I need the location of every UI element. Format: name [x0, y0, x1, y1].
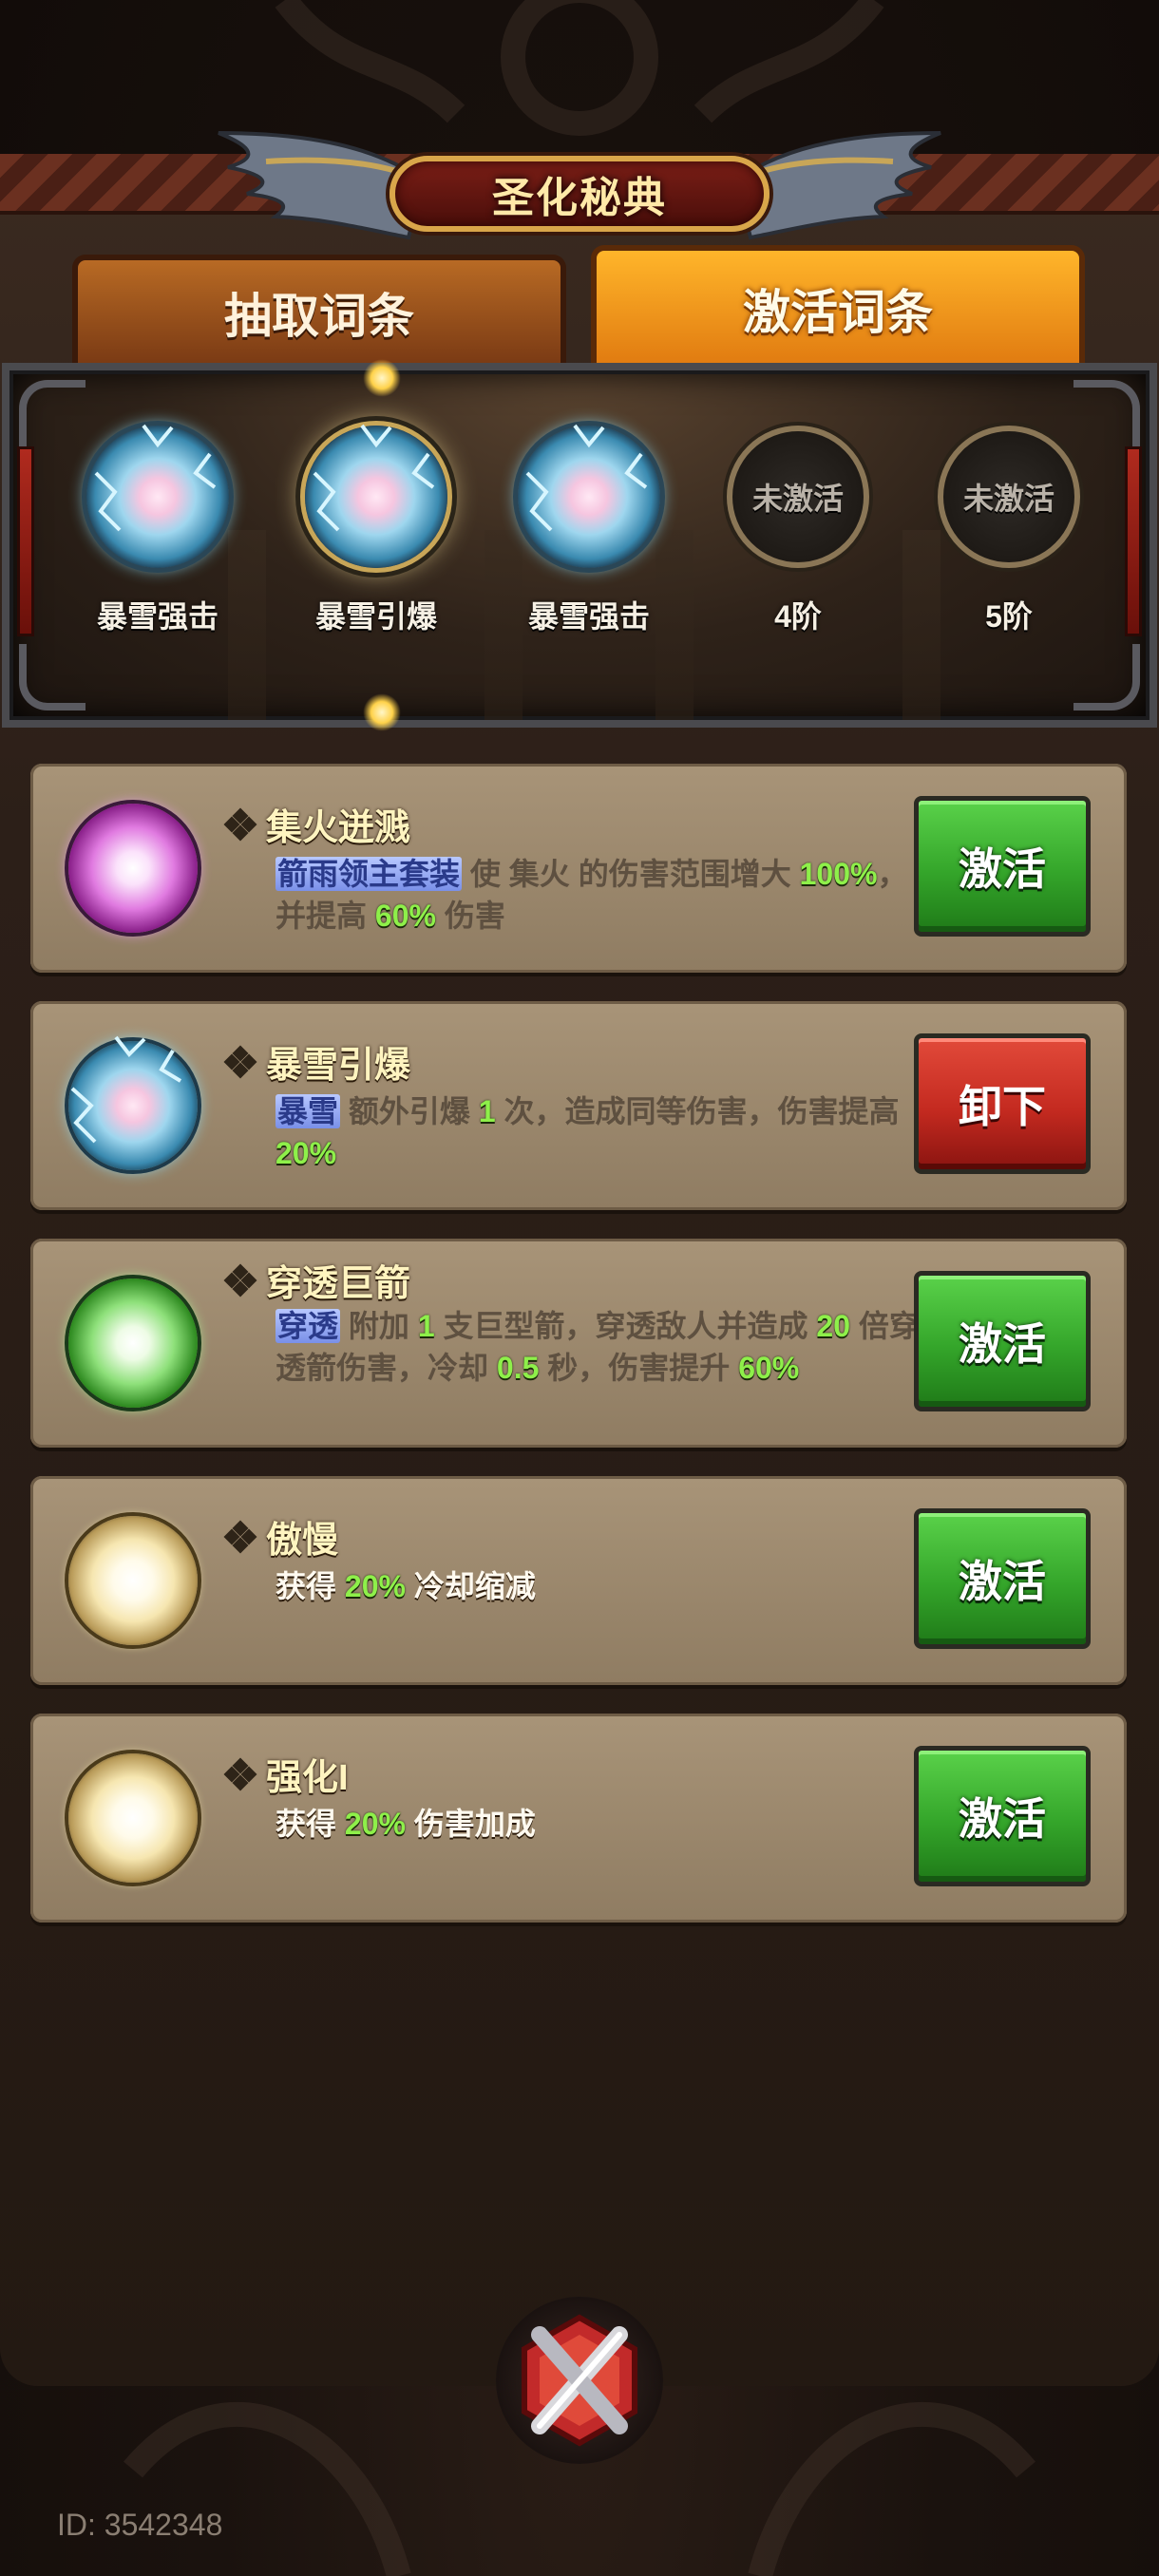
- activate-button[interactable]: 激活: [914, 1746, 1091, 1886]
- affix-name: 傲慢: [266, 1521, 339, 1561]
- desc-text: 支巨型箭，穿透敌人并造成: [434, 1309, 817, 1343]
- affix-name: 穿透巨箭: [266, 1264, 411, 1304]
- desc-number: 100%: [799, 857, 878, 891]
- slot-label: 4阶: [774, 599, 822, 634]
- user-id: ID: 3542348: [57, 2508, 223, 2542]
- affix-title: 集火迸溅: [223, 798, 411, 850]
- equipped-slots-panel: 暴雪强击 暴雪引爆 暴雪强击 未激活 4阶 未激活 5阶: [2, 359, 1157, 731]
- corner-ornament: [19, 644, 86, 710]
- affix-card: 集火迸溅 箭雨领主套装 使 集火 的伤害范围增大 100%，并提高 60% 伤害…: [30, 764, 1127, 973]
- desc-number: 20%: [276, 1136, 337, 1170]
- close-icon: [522, 2314, 637, 2447]
- desc-number: 20%: [344, 1807, 406, 1841]
- desc-text: 秒，伤害提升: [539, 1351, 739, 1385]
- slot-1[interactable]: 暴雪强击: [72, 424, 243, 636]
- slot-label: 暴雪强击: [527, 599, 650, 634]
- tab-activate-affix[interactable]: 激活词条: [591, 245, 1085, 367]
- locked-slot-text: 未激活: [751, 482, 844, 516]
- selected-star-icon: [363, 693, 401, 731]
- slot-label: 暴雪强击: [96, 599, 218, 634]
- desc-text: 次，造成同等伤害，伤害提高: [495, 1094, 900, 1128]
- affix-name: 暴雪引爆: [266, 1046, 411, 1086]
- activate-button[interactable]: 激活: [914, 1271, 1091, 1411]
- diamond-bullet-icon: [223, 1045, 257, 1078]
- tab-draw-affix[interactable]: 抽取词条: [72, 255, 566, 365]
- desc-text: 伤害: [435, 899, 505, 933]
- affix-card: 暴雪引爆 暴雪 额外引爆 1 次，造成同等伤害，伤害提高 20% 卸下: [30, 1001, 1127, 1210]
- affix-description: 暴雪 额外引爆 1 次，造成同等伤害，伤害提高 20%: [276, 1090, 922, 1174]
- affix-keyword: 穿透: [276, 1309, 341, 1343]
- affix-keyword: 箭雨领主套装: [276, 857, 463, 891]
- ice-orb-icon: [86, 424, 229, 568]
- slot-5[interactable]: 未激活 5阶: [923, 426, 1094, 636]
- desc-number: 1: [478, 1094, 496, 1128]
- affix-description: 获得 20% 伤害加成: [276, 1803, 922, 1845]
- selected-star-icon: [363, 359, 401, 397]
- affix-description: 获得 20% 冷却缩减: [276, 1565, 922, 1607]
- desc-text: 获得: [276, 1807, 345, 1841]
- activate-button[interactable]: 激活: [914, 1508, 1091, 1649]
- locked-slot-text: 未激活: [962, 482, 1054, 516]
- affix-description: 穿透 附加 1 支巨型箭，穿透敌人并造成 20 倍穿透箭伤害，冷却 0.5 秒，…: [276, 1305, 922, 1389]
- affix-title: 强化I: [223, 1748, 349, 1800]
- desc-number: 1: [417, 1309, 435, 1343]
- affix-title: 暴雪引爆: [223, 1035, 411, 1088]
- right-side-bar: [1125, 446, 1142, 636]
- locked-slot-icon: 未激活: [727, 426, 869, 568]
- affix-card: 强化I 获得 20% 伤害加成 激活: [30, 1714, 1127, 1923]
- close-button[interactable]: [496, 2297, 663, 2464]
- desc-text: 伤害加成: [405, 1807, 536, 1841]
- unequip-button[interactable]: 卸下: [914, 1033, 1091, 1174]
- desc-text: 额外引爆: [340, 1094, 479, 1128]
- affix-title: 傲慢: [223, 1510, 339, 1563]
- desc-text: 使 集火 的伤害范围增大: [462, 857, 800, 891]
- desc-text: 获得: [276, 1569, 345, 1603]
- diamond-bullet-icon: [223, 1757, 257, 1790]
- ice-orb-icon: [305, 424, 447, 568]
- affix-description: 箭雨领主套装 使 集火 的伤害范围增大 100%，并提高 60% 伤害: [276, 853, 922, 937]
- ice-orb-icon: [518, 424, 660, 568]
- slot-label: 暴雪引爆: [314, 599, 437, 634]
- green-orb-icon: [68, 1279, 198, 1408]
- title-plate: 圣化秘典: [390, 156, 770, 232]
- desc-text: 冷却缩减: [405, 1569, 536, 1603]
- desc-number: 60%: [374, 899, 436, 933]
- slot-4[interactable]: 未激活 4阶: [712, 426, 884, 636]
- pink-orb-icon: [68, 804, 198, 933]
- ice-orb-icon: [68, 1035, 198, 1170]
- activate-button[interactable]: 激活: [914, 796, 1091, 937]
- affix-name: 强化I: [266, 1758, 349, 1798]
- page-title: 圣化秘典: [492, 175, 667, 221]
- slot-3[interactable]: 暴雪强击: [504, 424, 674, 636]
- diamond-bullet-icon: [223, 807, 257, 841]
- title-banner: 圣化秘典: [209, 123, 950, 256]
- slot-label: 5阶: [985, 599, 1033, 634]
- slot-2[interactable]: 暴雪引爆: [291, 424, 462, 636]
- diamond-bullet-icon: [223, 1520, 257, 1553]
- diamond-bullet-icon: [223, 1263, 257, 1297]
- left-side-bar: [17, 446, 34, 636]
- desc-number: 20%: [344, 1569, 406, 1603]
- desc-number: 20: [816, 1309, 850, 1343]
- affix-card: 穿透巨箭 穿透 附加 1 支巨型箭，穿透敌人并造成 20 倍穿透箭伤害，冷却 0…: [30, 1239, 1127, 1448]
- desc-text: 附加: [340, 1309, 418, 1343]
- locked-slot-icon: 未激活: [938, 426, 1080, 568]
- gold-orb-icon: [68, 1753, 198, 1883]
- desc-number: 0.5: [496, 1351, 540, 1385]
- affix-name: 集火迸溅: [266, 808, 411, 848]
- affix-keyword: 暴雪: [276, 1094, 341, 1128]
- corner-ornament: [1074, 644, 1140, 710]
- affix-card: 傲慢 获得 20% 冷却缩减 激活: [30, 1476, 1127, 1685]
- affix-title: 穿透巨箭: [223, 1254, 411, 1306]
- desc-number: 60%: [738, 1351, 800, 1385]
- gold-orb-icon: [68, 1516, 198, 1645]
